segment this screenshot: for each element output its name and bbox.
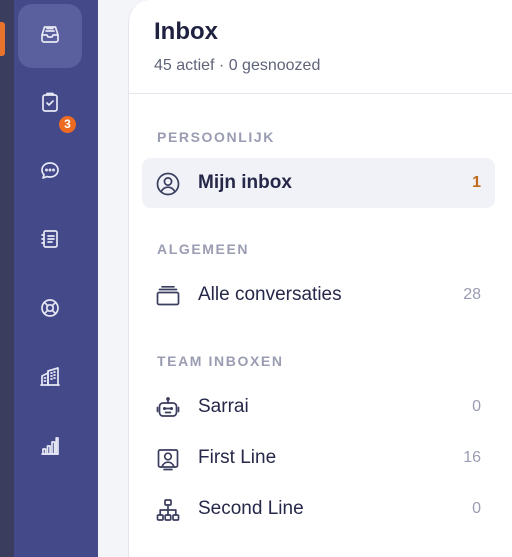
user-circle-icon	[155, 171, 181, 197]
buildings-icon	[38, 365, 62, 394]
hierarchy-icon	[155, 497, 181, 523]
inbox-item-count: 28	[463, 286, 481, 303]
nav-rail: 3	[14, 0, 98, 557]
clipboard-check-icon	[38, 90, 62, 119]
chat-bubble-icon	[38, 159, 62, 188]
nav-item-support[interactable]	[18, 278, 82, 342]
inbox-item-second-line[interactable]: Second Line 0	[142, 484, 495, 534]
tasks-badge: 3	[57, 114, 78, 135]
lifebuoy-icon	[38, 296, 62, 325]
page-title: Inbox	[154, 18, 218, 45]
panel-header: Inbox 45 actief · 0 gesnoozed	[129, 0, 512, 94]
inbox-item-label: Second Line	[198, 498, 304, 519]
inbox-item-label: Alle conversaties	[198, 284, 342, 305]
inbox-panel: Inbox 45 actief · 0 gesnoozed PERSOONLIJ…	[128, 0, 512, 557]
section-team-label: TEAM INBOXEN	[157, 353, 284, 369]
inbox-item-count: 16	[463, 449, 481, 466]
inbox-item-my-inbox[interactable]: Mijn inbox 1	[142, 158, 495, 208]
nav-item-inbox[interactable]	[18, 4, 82, 68]
inbox-item-sarrai[interactable]: Sarrai 0	[142, 382, 495, 432]
nav-item-companies[interactable]	[18, 347, 82, 411]
section-general-label: ALGEMEEN	[157, 241, 250, 257]
inbox-item-count: 0	[472, 500, 481, 517]
inbox-stats: 45 actief · 0 gesnoozed	[154, 57, 321, 74]
inbox-item-count: 1	[472, 174, 481, 191]
inbox-item-first-line[interactable]: First Line 16	[142, 433, 495, 483]
nav-item-reports[interactable]	[18, 416, 82, 480]
user-square-icon	[155, 446, 181, 472]
window-edge	[0, 0, 14, 557]
inbox-item-label: Sarrai	[198, 396, 249, 417]
inbox-item-all-conversations[interactable]: Alle conversaties 28	[142, 270, 495, 320]
stacked-trays-icon	[155, 283, 181, 309]
inbox-tray-icon	[38, 22, 62, 51]
inbox-item-label: First Line	[198, 447, 277, 468]
section-personal-label: PERSOONLIJK	[157, 129, 275, 145]
nav-item-conversations[interactable]	[18, 141, 82, 205]
active-indicator	[0, 22, 5, 56]
bar-chart-icon	[38, 434, 62, 463]
notebook-icon	[38, 227, 62, 256]
inbox-item-label: Mijn inbox	[198, 172, 292, 193]
inbox-item-count: 0	[472, 398, 481, 415]
nav-item-tasks[interactable]: 3	[18, 72, 82, 136]
nav-item-knowledge[interactable]	[18, 209, 82, 273]
robot-icon	[155, 395, 181, 421]
